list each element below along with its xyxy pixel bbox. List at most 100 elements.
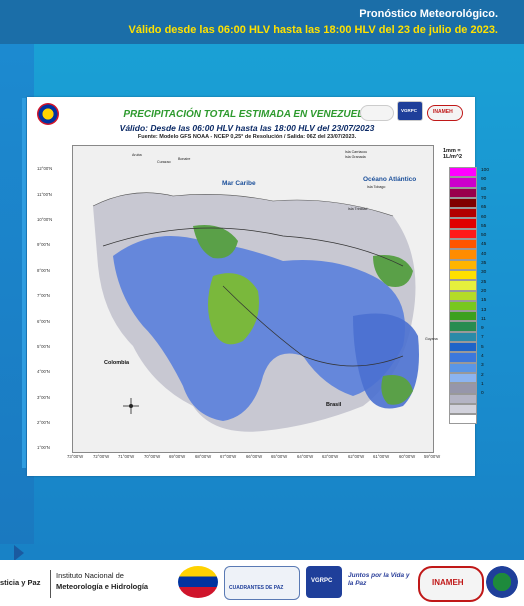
y-tick-label: 10°00'N xyxy=(37,217,53,222)
legend-value-label: 100 xyxy=(481,168,490,173)
legend-swatch xyxy=(449,249,477,260)
legend-swatch xyxy=(449,290,477,301)
label-bonaire: Bonaire xyxy=(178,157,191,161)
legend-swatch xyxy=(449,300,477,312)
y-tick-label: 11°00'N xyxy=(37,192,52,197)
inameh-flag-logo xyxy=(178,566,218,598)
legend-swatch xyxy=(449,352,477,363)
y-tick-label: 7°00'N xyxy=(37,293,50,298)
legend-value-label: 60 xyxy=(481,214,487,220)
legend-value-label: 50 xyxy=(481,233,487,239)
inameh-logo: INAMEH xyxy=(418,566,484,602)
legend-swatch xyxy=(449,187,477,198)
legend-value-label: 80 xyxy=(481,186,487,192)
institute-name-line2: Meteorología e Hidrología xyxy=(56,582,149,591)
footer-left-text: sticia y Paz xyxy=(0,578,41,587)
legend-value-label: 35 xyxy=(481,261,487,266)
legend-swatch xyxy=(449,208,477,219)
x-tick-label: 60°00'W xyxy=(399,454,416,459)
precipitation-map-svg xyxy=(92,192,419,432)
x-tick-label: 64°00'W xyxy=(297,454,314,459)
legend-value-label: 9 xyxy=(481,326,484,332)
header-validity: Válido desde las 06:00 HLV hasta las 18:… xyxy=(128,24,498,36)
label-isla-tobago: Isla Tobago xyxy=(367,185,386,189)
x-tick-label: 65°00'W xyxy=(271,454,288,459)
footer: sticia y Paz Instituto Nacional de Meteo… xyxy=(0,560,524,606)
legend-value-label: 40 xyxy=(481,251,487,257)
label-brasil: Brasil xyxy=(326,402,342,408)
precipitation-map xyxy=(72,145,434,453)
compass-icon xyxy=(123,398,139,414)
legend-value-label: 2 xyxy=(481,372,484,378)
round-emblem-icon xyxy=(486,566,518,598)
legend-swatch xyxy=(449,197,477,209)
legend-swatch xyxy=(449,383,477,394)
legend-swatch xyxy=(449,269,477,281)
x-tick-label: 69°00'W xyxy=(169,454,186,459)
precipitation-legend: 100 90 80 70 65 60 55 50 45 40 35 30 25 20 15 13 11 9 7 5 4 3… xyxy=(449,167,489,425)
x-tick-label: 70°00'W xyxy=(144,454,161,459)
legend-swatch xyxy=(449,321,477,332)
label-isla-carriacou: Isla Carriacou xyxy=(345,150,368,154)
label-aruba: Aruba xyxy=(132,153,142,157)
legend-value-label: 15 xyxy=(481,298,487,304)
legend-swatch xyxy=(449,280,477,291)
legend-value-label: 45 xyxy=(481,242,487,248)
map-subtitle: Válido: Desde las 06:00 HLV hasta las 18… xyxy=(119,123,375,133)
legend-value-label: 13 xyxy=(481,307,487,313)
y-tick-label: 1°00'N xyxy=(37,445,50,450)
y-tick-label: 12°00'N xyxy=(37,166,53,171)
x-tick-label: 66°00'W xyxy=(246,454,263,459)
label-oceano-atlantico: Océano Atlántico xyxy=(363,176,417,183)
y-tick-label: 2°00'N xyxy=(37,420,50,425)
y-tick-label: 3°00'N xyxy=(37,395,50,400)
y-tick-label: 9°00'N xyxy=(37,242,50,247)
legend-unit: 1mm = 1L/m^2 xyxy=(443,148,463,160)
legend-swatch xyxy=(449,311,477,322)
label-isla-granada: Isla Granada xyxy=(345,155,366,159)
juntos-por-la-vida-logo: Juntos por la Vida y la Paz xyxy=(346,566,414,598)
legend-value-label: 11 xyxy=(481,316,486,322)
legend-swatch xyxy=(449,331,477,343)
legend-swatch xyxy=(449,228,477,240)
legend-value-label: 25 xyxy=(481,279,487,285)
arrow-icon xyxy=(14,545,24,561)
y-tick-label: 6°00'N xyxy=(37,319,50,324)
legend-swatch xyxy=(449,177,477,188)
legend-swatch xyxy=(449,393,477,404)
legend-swatch xyxy=(449,259,477,270)
y-tick-label: 4°00'N xyxy=(37,369,50,374)
x-tick-label: 59°00'W xyxy=(424,454,441,459)
x-tick-label: 72°00'W xyxy=(93,454,110,459)
y-tick-label: 5°00'N xyxy=(37,344,50,349)
institute-name-line1: Instituto Nacional de xyxy=(56,571,124,580)
y-tick-label: 8°00'N xyxy=(37,268,50,273)
legend-swatch xyxy=(449,167,477,178)
legend-value-label: 1 xyxy=(481,381,484,387)
cuadrantes-logo xyxy=(360,105,394,121)
x-tick-label: 62°00'W xyxy=(348,454,365,459)
label-mar-caribe: Mar Caribe xyxy=(222,180,256,187)
map-title: PRECIPITACIÓN TOTAL ESTIMADA EN VENEZUEL… xyxy=(123,109,371,120)
label-isla-trinidad: Isla Trinidad xyxy=(348,207,368,211)
legend-value-label: 55 xyxy=(481,223,487,229)
legend-value-label: 20 xyxy=(481,288,487,294)
x-tick-label: 68°00'W xyxy=(195,454,212,459)
legend-swatch xyxy=(449,403,477,415)
legend-swatch xyxy=(449,342,477,353)
legend-swatch xyxy=(449,218,477,229)
label-curazao: Curazao xyxy=(157,160,171,164)
vgrpc-logo: VGRPC xyxy=(397,101,423,121)
x-tick-label: 67°00'W xyxy=(220,454,237,459)
legend-value-label: 70 xyxy=(481,195,487,201)
x-tick-label: 73°00'W xyxy=(67,454,84,459)
map-source: Fuente: Modelo GFS NOAA - NCEP 0,25° de … xyxy=(137,134,357,140)
legend-value-label: 4 xyxy=(481,354,484,359)
legend-value-label: 0 xyxy=(481,391,484,397)
left-accent-bar xyxy=(22,98,26,468)
legend-value-label: 7 xyxy=(481,335,484,341)
legend-value-label: 3 xyxy=(481,363,484,369)
x-tick-label: 63°00'W xyxy=(322,454,339,459)
label-guyana: Guyana xyxy=(425,337,438,341)
legend-value-label: 30 xyxy=(481,270,487,276)
